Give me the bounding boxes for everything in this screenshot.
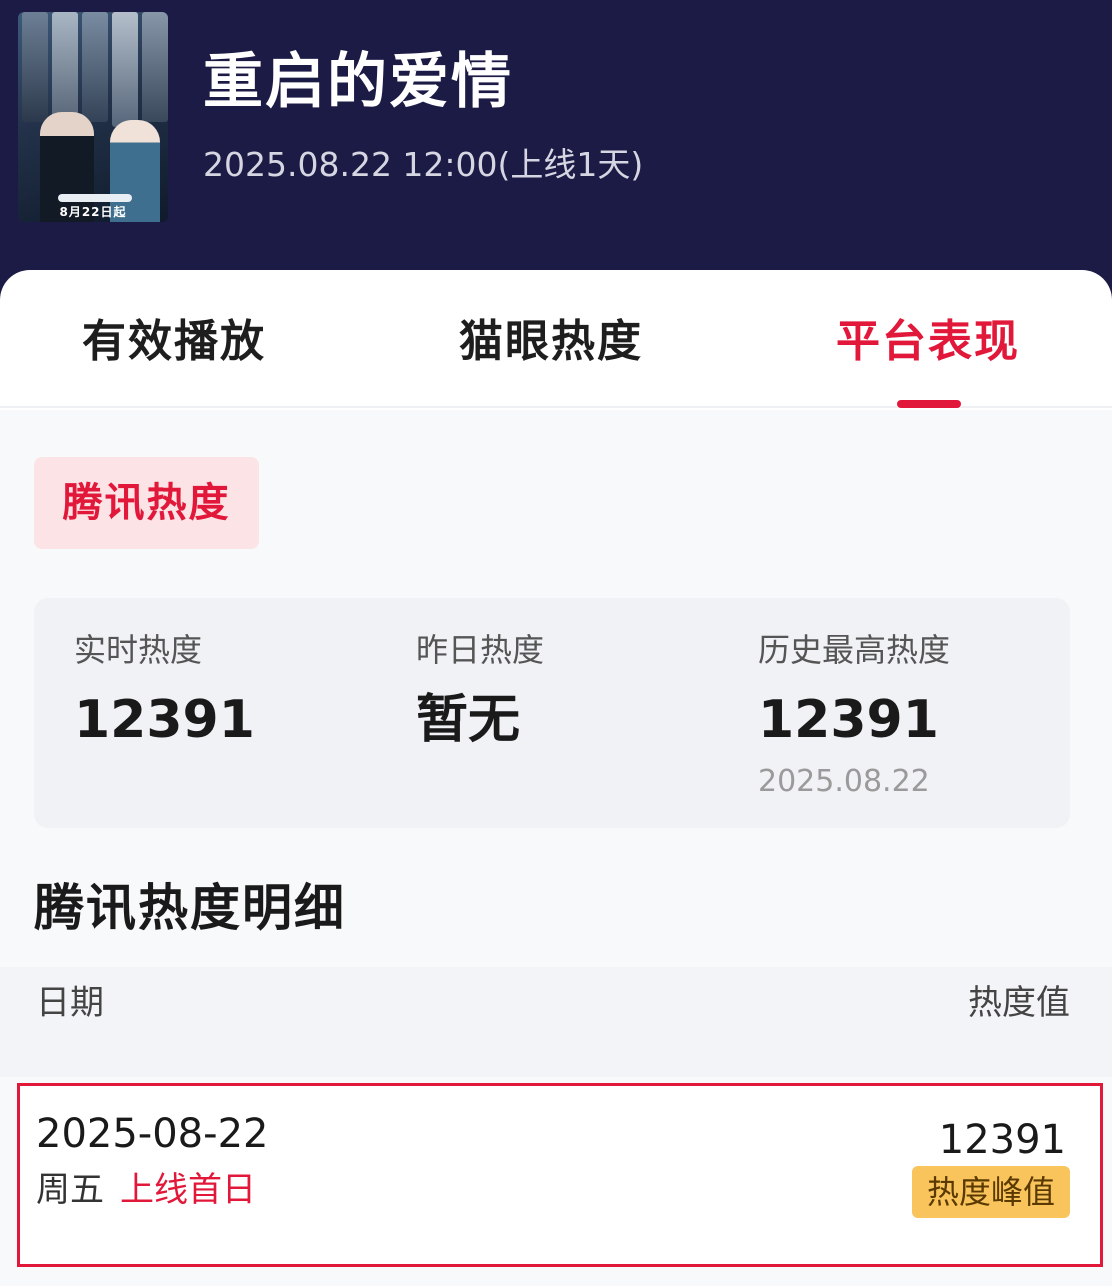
platform-chip-tencent[interactable]: 腾讯热度 <box>34 457 259 549</box>
poster-strip <box>22 12 48 122</box>
stat-realtime: 实时热度 12391 <box>74 628 255 756</box>
header: 8月22日起 重启的爱情 2025.08.22 12:00(上线1天) <box>0 0 1112 300</box>
stat-value: 暂无 <box>416 690 521 750</box>
table-row[interactable]: 2025-08-22 周五 上线首日 12391 热度峰值 <box>17 1083 1103 1267</box>
stat-date: 2025.08.22 <box>758 764 930 799</box>
detail-section-title: 腾讯热度明细 <box>34 879 346 937</box>
row-date: 2025-08-22 <box>36 1111 269 1157</box>
tab-valid-plays[interactable]: 有效播放 <box>82 312 266 372</box>
poster-image[interactable]: 8月22日起 <box>18 12 168 222</box>
table-header: 日期 热度值 <box>0 967 1112 1077</box>
peak-badge: 热度峰值 <box>912 1166 1070 1218</box>
stats-panel: 实时热度 12391 昨日热度 暂无 历史最高热度 12391 2025.08.… <box>34 598 1070 828</box>
tab-platform-performance[interactable]: 平台表现 <box>836 312 1020 372</box>
poster-strip <box>82 12 108 122</box>
stat-label: 昨日热度 <box>416 631 545 669</box>
row-value: 12391 <box>938 1117 1066 1163</box>
tab-bar: 有效播放 猫眼热度 平台表现 <box>0 270 1112 408</box>
stat-value: 12391 <box>758 690 939 750</box>
stat-label: 实时热度 <box>74 631 203 669</box>
column-header-date: 日期 <box>36 983 104 1023</box>
poster-band <box>58 194 132 202</box>
row-launch-tag: 上线首日 <box>120 1170 256 1210</box>
tab-maoyan-heat[interactable]: 猫眼热度 <box>459 312 643 372</box>
row-weekday: 周五 <box>36 1170 104 1210</box>
poster-strip <box>112 12 138 127</box>
stat-label: 历史最高热度 <box>758 631 951 669</box>
content-card: 有效播放 猫眼热度 平台表现 腾讯热度 实时热度 12391 昨日热度 暂无 历… <box>0 270 1112 1286</box>
active-tab-indicator <box>897 400 961 408</box>
show-release-info: 2025.08.22 12:00(上线1天) <box>203 145 644 184</box>
poster-caption: 8月22日起 <box>59 205 127 219</box>
stat-history-max: 历史最高热度 12391 2025.08.22 <box>758 628 950 802</box>
stat-value: 12391 <box>74 690 255 750</box>
column-header-value: 热度值 <box>968 983 1070 1023</box>
show-title: 重启的爱情 <box>203 47 513 117</box>
stat-yesterday: 昨日热度 暂无 <box>416 628 544 756</box>
poster-strip <box>142 12 168 122</box>
